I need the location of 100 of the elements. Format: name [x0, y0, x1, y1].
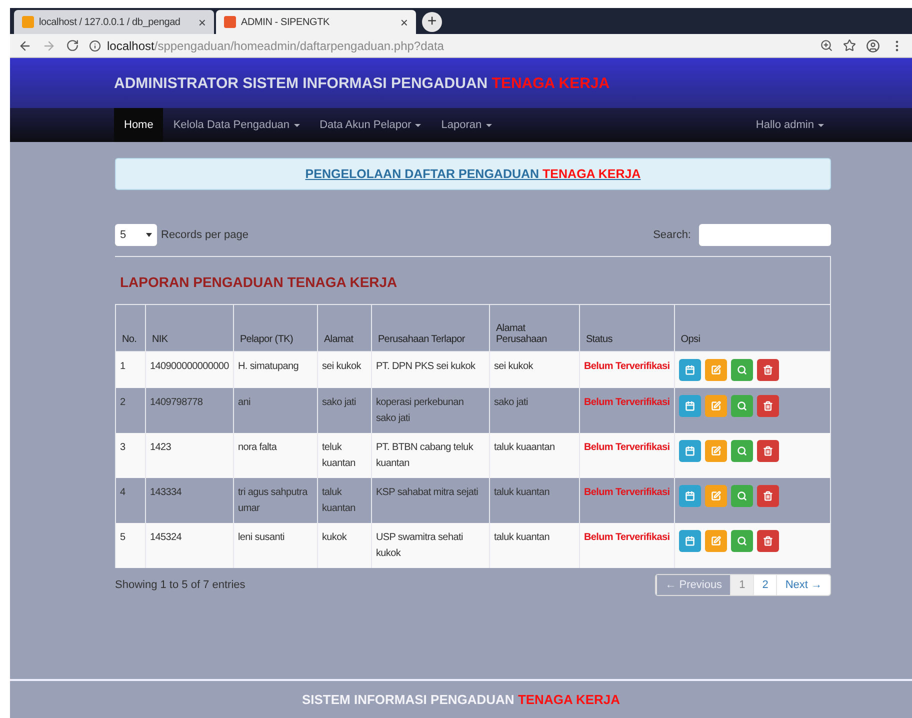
edit-button[interactable]	[704, 395, 727, 417]
site-title: ADMINISTRATOR SISTEM INFORMASI PENGADUAN TENAGA KERJA	[114, 74, 610, 92]
nav-link[interactable]: Home	[114, 108, 164, 142]
view-button[interactable]	[730, 359, 753, 381]
table-cell: 1409798778	[150, 397, 203, 408]
calendar-icon	[684, 446, 695, 456]
status-text: Belum Terverifikasi	[584, 532, 670, 543]
table-cell: 143334	[150, 487, 182, 498]
table-cell: tri agus sahputra umar	[238, 487, 308, 514]
search-field[interactable]	[699, 224, 831, 246]
table-cell: 5	[120, 532, 126, 543]
edit-icon	[710, 536, 721, 546]
table-cell: PT. DPN PKS sei kukok	[376, 361, 476, 372]
view-button[interactable]	[730, 485, 753, 507]
calendar-icon	[684, 536, 695, 546]
table-cell: 2	[120, 397, 126, 408]
view-button[interactable]	[730, 530, 753, 552]
trash-icon	[762, 365, 773, 375]
table-cell: 1	[120, 361, 126, 372]
table-cell: taluk kuantan	[494, 532, 550, 543]
table-cell: 140900000000000	[150, 361, 229, 372]
search-icon	[736, 365, 747, 375]
table-cell: USP swamitra sehati kukok	[376, 532, 463, 558]
status-text: Belum Terverifikasi	[584, 361, 670, 372]
nav-link[interactable]: Data Akun Pelapor	[310, 108, 432, 142]
detail-button[interactable]	[678, 359, 701, 381]
delete-button[interactable]	[756, 440, 779, 462]
nav-link[interactable]: Kelola Data Pengaduan	[163, 108, 310, 142]
table-cell: koperasi perkebunan sako jati	[376, 397, 464, 424]
edit-icon	[710, 491, 721, 501]
table-cell: nora falta	[238, 442, 277, 453]
edit-button[interactable]	[704, 359, 727, 381]
table-cell: sei kukok	[322, 361, 361, 372]
zoom-icon[interactable]	[820, 39, 833, 52]
table-cell: 3	[120, 442, 126, 453]
page-size-select[interactable]: 5	[115, 224, 157, 246]
edit-icon	[710, 401, 721, 411]
favicon-icon	[22, 16, 34, 28]
table-cell: taluk kuaantan	[494, 442, 555, 453]
detail-button[interactable]	[678, 440, 701, 462]
search-label: Search:	[653, 229, 691, 241]
edit-button[interactable]	[704, 440, 727, 462]
calendar-icon	[684, 365, 695, 375]
table-cell: kukok	[322, 532, 347, 543]
edit-button[interactable]	[704, 485, 727, 507]
trash-icon	[762, 446, 773, 456]
table-cell: sako jati	[322, 397, 356, 408]
status-text: Belum Terverifikasi	[584, 487, 670, 498]
detail-button[interactable]	[678, 530, 701, 552]
reload-icon[interactable]	[66, 39, 79, 52]
delete-button[interactable]	[756, 530, 779, 552]
table-cell: KSP sahabat mitra sejati	[376, 487, 478, 498]
delete-button[interactable]	[756, 359, 779, 381]
close-icon[interactable]: ×	[400, 14, 408, 30]
view-button[interactable]	[730, 395, 753, 417]
user-menu[interactable]: Hallo admin	[746, 108, 834, 142]
page-link[interactable]: Next →	[776, 575, 830, 595]
browser-tab[interactable]: localhost / 127.0.0.1 / db_pengad ×	[14, 10, 214, 34]
delete-button[interactable]	[756, 395, 779, 417]
search-icon	[736, 491, 747, 501]
new-tab-button[interactable]: +	[422, 12, 442, 32]
edit-button[interactable]	[704, 530, 727, 552]
forward-icon[interactable]	[42, 38, 56, 52]
trash-icon	[762, 401, 773, 411]
table-cell: PT. BTBN cabang teluk kuantan	[376, 442, 474, 468]
table-cell: taluk kuantan	[494, 487, 550, 498]
profile-icon[interactable]	[866, 38, 880, 52]
star-icon[interactable]	[843, 39, 856, 52]
table-cell: leni susanti	[238, 532, 284, 543]
search-icon	[736, 536, 747, 546]
table-cell: ani	[238, 397, 250, 408]
delete-button[interactable]	[756, 485, 779, 507]
table-cell: 4	[120, 487, 126, 498]
entries-info: Showing 1 to 5 of 7 entries	[115, 579, 246, 591]
status-text: Belum Terverifikasi	[584, 442, 670, 453]
page-size-label: Records per page	[161, 229, 248, 241]
nav-link[interactable]: Laporan	[431, 108, 502, 142]
trash-icon	[762, 491, 773, 501]
view-button[interactable]	[730, 440, 753, 462]
detail-button[interactable]	[678, 485, 701, 507]
detail-button[interactable]	[678, 395, 701, 417]
close-icon[interactable]: ×	[198, 14, 206, 30]
table-cell: 1423	[150, 442, 172, 453]
status-text: Belum Terverifikasi	[584, 397, 670, 408]
edit-icon	[710, 365, 721, 375]
page-link[interactable]: 2	[753, 575, 776, 595]
table-cell: 145324	[150, 532, 182, 543]
calendar-icon	[684, 491, 695, 501]
search-icon	[736, 446, 747, 456]
edit-icon	[710, 446, 721, 456]
table-cell: teluk kuantan	[322, 442, 356, 468]
calendar-icon	[684, 401, 695, 411]
browser-tab[interactable]: ADMIN - SIPENGTK ×	[216, 10, 416, 34]
table-cell: sei kukok	[494, 361, 533, 372]
banner-title: PENGELOLAAN DAFTAR PENGADUAN TENAGA KERJA	[305, 167, 641, 181]
table-cell: H. simatupang	[238, 361, 299, 372]
search-icon	[736, 401, 747, 411]
back-icon[interactable]	[18, 38, 32, 52]
table-cell: taluk kuantan	[322, 487, 356, 514]
footer-text: SISTEM INFORMASI PENGADUAN TENAGA KERJA	[302, 692, 620, 707]
